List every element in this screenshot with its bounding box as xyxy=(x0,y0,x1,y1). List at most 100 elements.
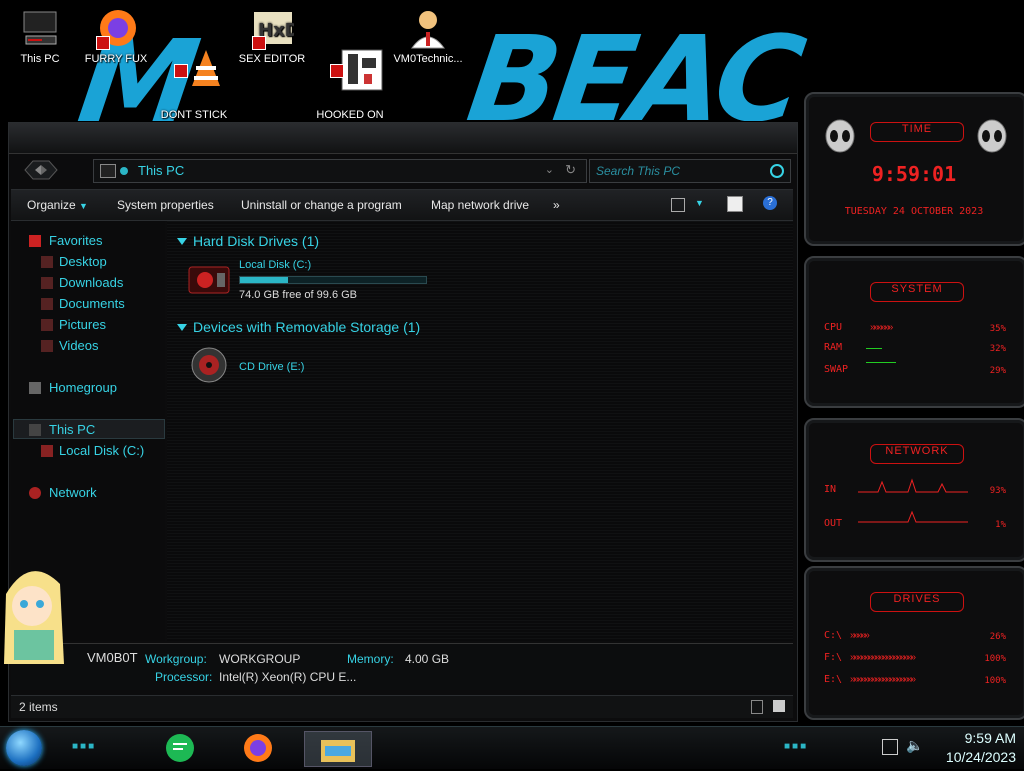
desktop-icon xyxy=(41,256,53,268)
drive-c-meter: »»»»» xyxy=(850,630,870,641)
swap-label: SWAP xyxy=(824,364,849,375)
preview-pane-icon[interactable] xyxy=(727,196,743,212)
network-gadget[interactable]: NETWORK IN 93% OUT 1% xyxy=(804,418,1024,562)
chevron-down-icon[interactable]: ▼ xyxy=(695,198,704,208)
chevron-down-icon xyxy=(177,238,187,245)
drive-item-c[interactable]: Local Disk (C:) 74.0 GB free of 99.6 GB xyxy=(187,257,427,305)
volume-icon[interactable]: 🔈 xyxy=(906,737,923,754)
taskbar-ornament: ■■■ xyxy=(72,741,97,752)
group-header-hard-disk-drives[interactable]: Hard Disk Drives (1) xyxy=(177,233,319,249)
file-list-pane: Hard Disk Drives (1) Local Disk (C:) 74.… xyxy=(167,221,793,641)
swap-value: 29% xyxy=(989,366,1006,376)
organize-button[interactable]: Organize ▼ xyxy=(27,198,88,212)
address-dot-icon xyxy=(120,167,128,175)
drive-icon xyxy=(41,445,53,457)
nav-item-homegroup[interactable]: Homegroup xyxy=(49,380,117,395)
pictures-icon xyxy=(41,319,53,331)
window-titlebar[interactable] xyxy=(9,123,797,154)
map-network-drive-button[interactable]: Map network drive xyxy=(431,198,529,212)
notes-app-icon xyxy=(166,734,194,762)
gadget-date: TUESDAY 24 OCTOBER 2023 xyxy=(844,206,984,217)
nav-item-videos[interactable]: Videos xyxy=(59,338,99,353)
chevron-down-icon xyxy=(177,324,187,331)
nav-item-documents[interactable]: Documents xyxy=(59,296,125,311)
drive-f-value: 100% xyxy=(984,654,1006,664)
computer-icon xyxy=(29,424,41,436)
system-gadget[interactable]: SYSTEM CPU »»»»»» 35% RAM 32% SWAP 29% xyxy=(804,256,1024,408)
refresh-icon[interactable]: ↻ xyxy=(565,162,576,178)
large-icons-view-icon[interactable] xyxy=(773,700,785,712)
drive-e-label: E:\ xyxy=(824,674,843,685)
nav-item-local-disk[interactable]: Local Disk (C:) xyxy=(59,443,144,458)
status-bar: 2 items xyxy=(11,695,793,718)
nav-item-pictures[interactable]: Pictures xyxy=(59,317,106,332)
hard-drive-icon xyxy=(188,266,230,294)
view-options-icon[interactable] xyxy=(671,198,685,212)
ram-meter xyxy=(866,348,882,349)
cpu-label: CPU xyxy=(824,322,843,333)
star-icon xyxy=(29,235,41,247)
user-technician-icon xyxy=(406,6,450,50)
desktop-icon-label: VM0Technic... xyxy=(393,53,463,65)
back-forward-buttons[interactable] xyxy=(21,157,61,183)
nav-item-downloads[interactable]: Downloads xyxy=(59,275,123,290)
desktop-icon-sex-editor[interactable]: HxD SEX EDITOR xyxy=(236,6,308,66)
net-out-label: OUT xyxy=(824,518,843,529)
alien-head-icon xyxy=(825,119,855,153)
documents-icon xyxy=(41,298,53,310)
address-bar[interactable]: This PC ⌄ ↻ xyxy=(93,159,587,183)
desktop-icon-furry-fux[interactable]: FURRY FUX xyxy=(80,6,152,66)
network-status-icon[interactable] xyxy=(882,739,898,755)
details-view-icon[interactable] xyxy=(751,700,763,714)
drive-usage-fill xyxy=(240,277,288,283)
desktop-icon-label: FURRY FUX xyxy=(84,53,148,65)
system-properties-button[interactable]: System properties xyxy=(117,198,214,212)
net-out-graph xyxy=(858,510,968,523)
help-icon[interactable]: ? xyxy=(763,196,777,210)
taskbar-file-explorer[interactable] xyxy=(304,731,372,767)
drive-item-e[interactable]: CD Drive (E:) xyxy=(187,343,387,387)
clock-time: 9:59 AM xyxy=(964,730,1016,746)
character-decoration xyxy=(0,554,72,674)
start-button[interactable] xyxy=(6,730,42,766)
search-icon[interactable] xyxy=(770,164,784,178)
drive-f-meter: »»»»»»»»»»»»»»»»»» xyxy=(850,652,916,663)
search-placeholder: Search This PC xyxy=(596,164,681,178)
gadget-title: SYSTEM xyxy=(870,282,964,302)
net-out-value: 1% xyxy=(995,520,1006,530)
nav-item-this-pc[interactable]: This PC xyxy=(49,422,95,437)
more-commands-button[interactable]: » xyxy=(553,198,560,212)
drive-c-label: C:\ xyxy=(824,630,843,641)
drives-gadget[interactable]: DRIVES C:\ »»»»» 26% F:\ »»»»»»»»»»»»»»»… xyxy=(804,566,1024,720)
desktop-icon-label: SEX EDITOR xyxy=(238,53,306,65)
alien-head-icon xyxy=(977,119,1007,153)
desktop-icon-label: This PC xyxy=(20,53,60,65)
drive-name: Local Disk (C:) xyxy=(239,259,312,271)
command-bar: Organize ▼ System properties Uninstall o… xyxy=(11,189,793,221)
explorer-window[interactable]: This PC ⌄ ↻ Search This PC Organize ▼ Sy… xyxy=(8,122,798,722)
desktop-icon-this-pc[interactable]: This PC xyxy=(4,6,76,66)
cpu-value: 35% xyxy=(989,324,1006,334)
drive-free-space: 74.0 GB free of 99.6 GB xyxy=(239,289,358,301)
system-clock[interactable]: 9:59 AM 10/24/2023 xyxy=(946,729,1016,767)
group-header-removable-storage[interactable]: Devices with Removable Storage (1) xyxy=(177,319,420,335)
time-gadget[interactable]: TIME 9:59:01 TUESDAY 24 OCTOBER 2023 xyxy=(804,92,1024,246)
taskbar-firefox[interactable] xyxy=(234,731,282,765)
item-count: 2 items xyxy=(19,700,58,714)
drive-c-value: 26% xyxy=(989,632,1006,642)
details-pane: VM0B0T Workgroup: WORKGROUP Memory: 4.00… xyxy=(11,643,793,690)
processor-value: Intel(R) Xeon(R) CPU E... xyxy=(219,670,357,684)
chevron-down-icon[interactable]: ⌄ xyxy=(545,163,554,176)
search-input[interactable]: Search This PC xyxy=(589,159,791,183)
firefox-icon xyxy=(244,734,272,762)
uninstall-program-button[interactable]: Uninstall or change a program xyxy=(241,198,402,212)
nav-item-desktop[interactable]: Desktop xyxy=(59,254,107,269)
desktop-icon-vm0technic[interactable]: VM0Technic... xyxy=(392,6,464,66)
breadcrumb[interactable]: This PC xyxy=(138,163,184,178)
memory-value: 4.00 GB xyxy=(405,652,450,666)
nav-item-favorites[interactable]: Favorites xyxy=(49,233,102,248)
taskbar-notes-app[interactable] xyxy=(156,731,204,765)
computer-icon xyxy=(18,6,62,50)
nav-item-network[interactable]: Network xyxy=(49,485,97,500)
gadget-title: TIME xyxy=(870,122,964,142)
